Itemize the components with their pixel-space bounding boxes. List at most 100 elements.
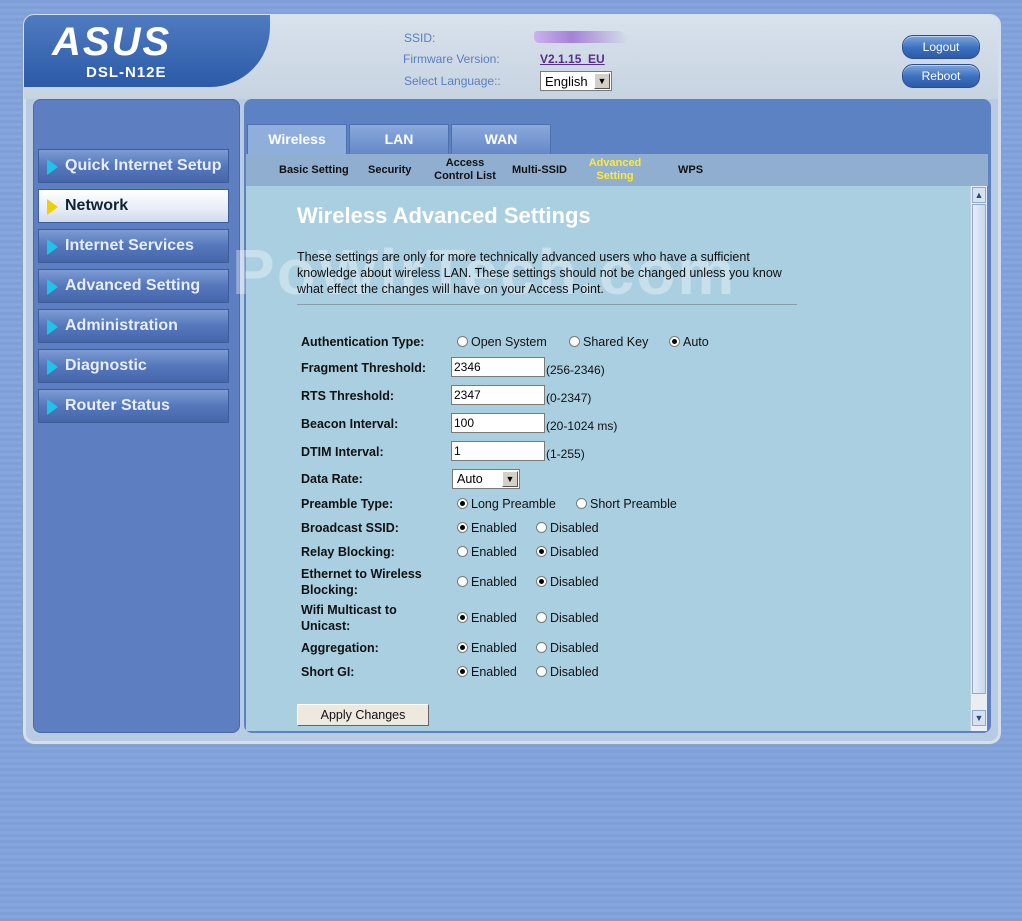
apply-changes-button[interactable]: Apply Changes xyxy=(297,704,429,726)
rts-threshold-input[interactable]: 2347 xyxy=(451,385,545,405)
sidebar-item-label: Router Status xyxy=(65,397,170,414)
sidebar-item-router-status[interactable]: Router Status xyxy=(38,389,229,423)
arrow-right-icon xyxy=(47,359,58,375)
logout-button[interactable]: Logout xyxy=(902,35,980,59)
short-gi-disabled-radio[interactable] xyxy=(536,666,547,677)
auth-auto-radio[interactable] xyxy=(669,336,680,347)
eth-wireless-label-line2: Blocking: xyxy=(301,583,358,597)
fragment-threshold-range: (256-2346) xyxy=(546,363,605,377)
chevron-down-icon: ▼ xyxy=(594,73,610,89)
rts-threshold-range: (0-2347) xyxy=(546,391,592,405)
auth-shared-key-label: Shared Key xyxy=(583,335,649,349)
beacon-interval-input[interactable]: 100 xyxy=(451,413,545,433)
data-rate-label: Data Rate: xyxy=(301,472,363,486)
beacon-interval-range: (20-1024 ms) xyxy=(546,419,618,433)
auth-type-label: Authentication Type: xyxy=(301,335,425,349)
subnav-wps[interactable]: WPS xyxy=(678,164,703,177)
wifi-multicast-enabled-radio[interactable] xyxy=(457,612,468,623)
sidebar-item-advanced-setting[interactable]: Advanced Setting xyxy=(38,269,229,303)
asus-logo: ASUS xyxy=(52,20,172,64)
firmware-label: Firmware Version: xyxy=(403,52,500,66)
preamble-short-label: Short Preamble xyxy=(590,497,677,511)
wifi-multicast-label: Wifi Multicast to Unicast: xyxy=(301,602,397,634)
aggregation-enabled-label: Enabled xyxy=(471,641,517,655)
broadcast-ssid-label: Broadcast SSID: xyxy=(301,521,399,535)
data-rate-select[interactable]: Auto ▼ xyxy=(452,469,520,489)
sidebar-item-label: Internet Services xyxy=(65,237,194,254)
aggregation-label: Aggregation: xyxy=(301,641,379,655)
aggregation-enabled-radio[interactable] xyxy=(457,642,468,653)
eth-wireless-label-line1: Ethernet to Wireless xyxy=(301,567,422,581)
rts-threshold-label: RTS Threshold: xyxy=(301,389,395,403)
arrow-right-icon xyxy=(47,159,58,175)
beacon-interval-label: Beacon Interval: xyxy=(301,417,399,431)
sidebar-item-diagnostic[interactable]: Diagnostic xyxy=(38,349,229,383)
language-value: English xyxy=(545,74,588,89)
preamble-long-radio[interactable] xyxy=(457,498,468,509)
short-gi-label: Short GI: xyxy=(301,665,355,679)
broadcast-ssid-enabled-label: Enabled xyxy=(471,521,517,535)
sidebar-item-administration[interactable]: Administration xyxy=(38,309,229,343)
subnav-multi-ssid[interactable]: Multi-SSID xyxy=(512,164,567,177)
auth-open-system-label: Open System xyxy=(471,335,547,349)
broadcast-ssid-disabled-radio[interactable] xyxy=(536,522,547,533)
dtim-interval-range: (1-255) xyxy=(546,447,585,461)
wifi-multicast-enabled-label: Enabled xyxy=(471,611,517,625)
subnav-access-line2: Control List xyxy=(434,170,496,182)
chevron-down-icon: ▼ xyxy=(502,471,518,487)
tab-wan[interactable]: WAN xyxy=(451,124,551,154)
tab-wireless[interactable]: Wireless xyxy=(247,124,347,154)
language-select[interactable]: English ▼ xyxy=(540,71,612,91)
subnav-access-line1: Access xyxy=(445,157,485,169)
data-rate-value: Auto xyxy=(457,472,483,486)
eth-wireless-blocking-label: Ethernet to Wireless Blocking: xyxy=(301,566,422,598)
fragment-threshold-input[interactable]: 2346 xyxy=(451,357,545,377)
wifi-multicast-label-line2: Unicast: xyxy=(301,619,351,633)
page-title: Wireless Advanced Settings xyxy=(297,203,591,228)
relay-blocking-enabled-radio[interactable] xyxy=(457,546,468,557)
sidebar-item-label: Quick Internet Setup xyxy=(65,157,222,174)
vertical-scrollbar[interactable]: ▲ ▼ xyxy=(970,186,987,731)
wifi-multicast-disabled-label: Disabled xyxy=(550,611,599,625)
reboot-button[interactable]: Reboot xyxy=(902,64,980,88)
preamble-short-radio[interactable] xyxy=(576,498,587,509)
wifi-multicast-label-line1: Wifi Multicast to xyxy=(301,603,397,617)
sidebar-item-internet-services[interactable]: Internet Services xyxy=(38,229,229,263)
wifi-multicast-disabled-radio[interactable] xyxy=(536,612,547,623)
broadcast-ssid-disabled-label: Disabled xyxy=(550,521,599,535)
subnav-advanced-line2: Setting xyxy=(596,170,634,182)
sidebar-item-label: Administration xyxy=(65,317,178,334)
eth-wireless-enabled-label: Enabled xyxy=(471,575,517,589)
auth-auto-label: Auto xyxy=(683,335,709,349)
sidebar-item-quick-internet-setup[interactable]: Quick Internet Setup xyxy=(38,149,229,183)
short-gi-enabled-radio[interactable] xyxy=(457,666,468,677)
broadcast-ssid-enabled-radio[interactable] xyxy=(457,522,468,533)
relay-blocking-disabled-radio[interactable] xyxy=(536,546,547,557)
firmware-version-link[interactable]: V2.1.15_EU xyxy=(540,52,605,66)
eth-wireless-enabled-radio[interactable] xyxy=(457,576,468,587)
short-gi-enabled-label: Enabled xyxy=(471,665,517,679)
subnav-access-control-list[interactable]: Access Control List xyxy=(432,157,498,183)
eth-wireless-disabled-radio[interactable] xyxy=(536,576,547,587)
subnav-security[interactable]: Security xyxy=(368,164,411,177)
scroll-up-icon[interactable]: ▲ xyxy=(972,187,986,203)
arrow-right-icon xyxy=(47,199,58,215)
preamble-long-label: Long Preamble xyxy=(471,497,556,511)
sidebar-item-label: Network xyxy=(65,197,129,214)
scrollbar-thumb[interactable] xyxy=(972,204,986,694)
dtim-interval-input[interactable]: 1 xyxy=(451,441,545,461)
scroll-down-icon[interactable]: ▼ xyxy=(972,710,986,726)
aggregation-disabled-radio[interactable] xyxy=(536,642,547,653)
relay-blocking-disabled-label: Disabled xyxy=(550,545,599,559)
relay-blocking-label: Relay Blocking: xyxy=(301,545,395,559)
auth-open-system-radio[interactable] xyxy=(457,336,468,347)
aggregation-disabled-label: Disabled xyxy=(550,641,599,655)
sidebar-item-network[interactable]: Network xyxy=(38,189,229,223)
tab-lan[interactable]: LAN xyxy=(349,124,449,154)
auth-shared-key-radio[interactable] xyxy=(569,336,580,347)
preamble-type-label: Preamble Type: xyxy=(301,497,394,511)
arrow-right-icon xyxy=(47,399,58,415)
page-description: These settings are only for more technic… xyxy=(297,250,782,296)
subnav-advanced-setting[interactable]: Advanced Setting xyxy=(586,157,644,183)
subnav-basic-setting[interactable]: Basic Setting xyxy=(279,164,349,177)
